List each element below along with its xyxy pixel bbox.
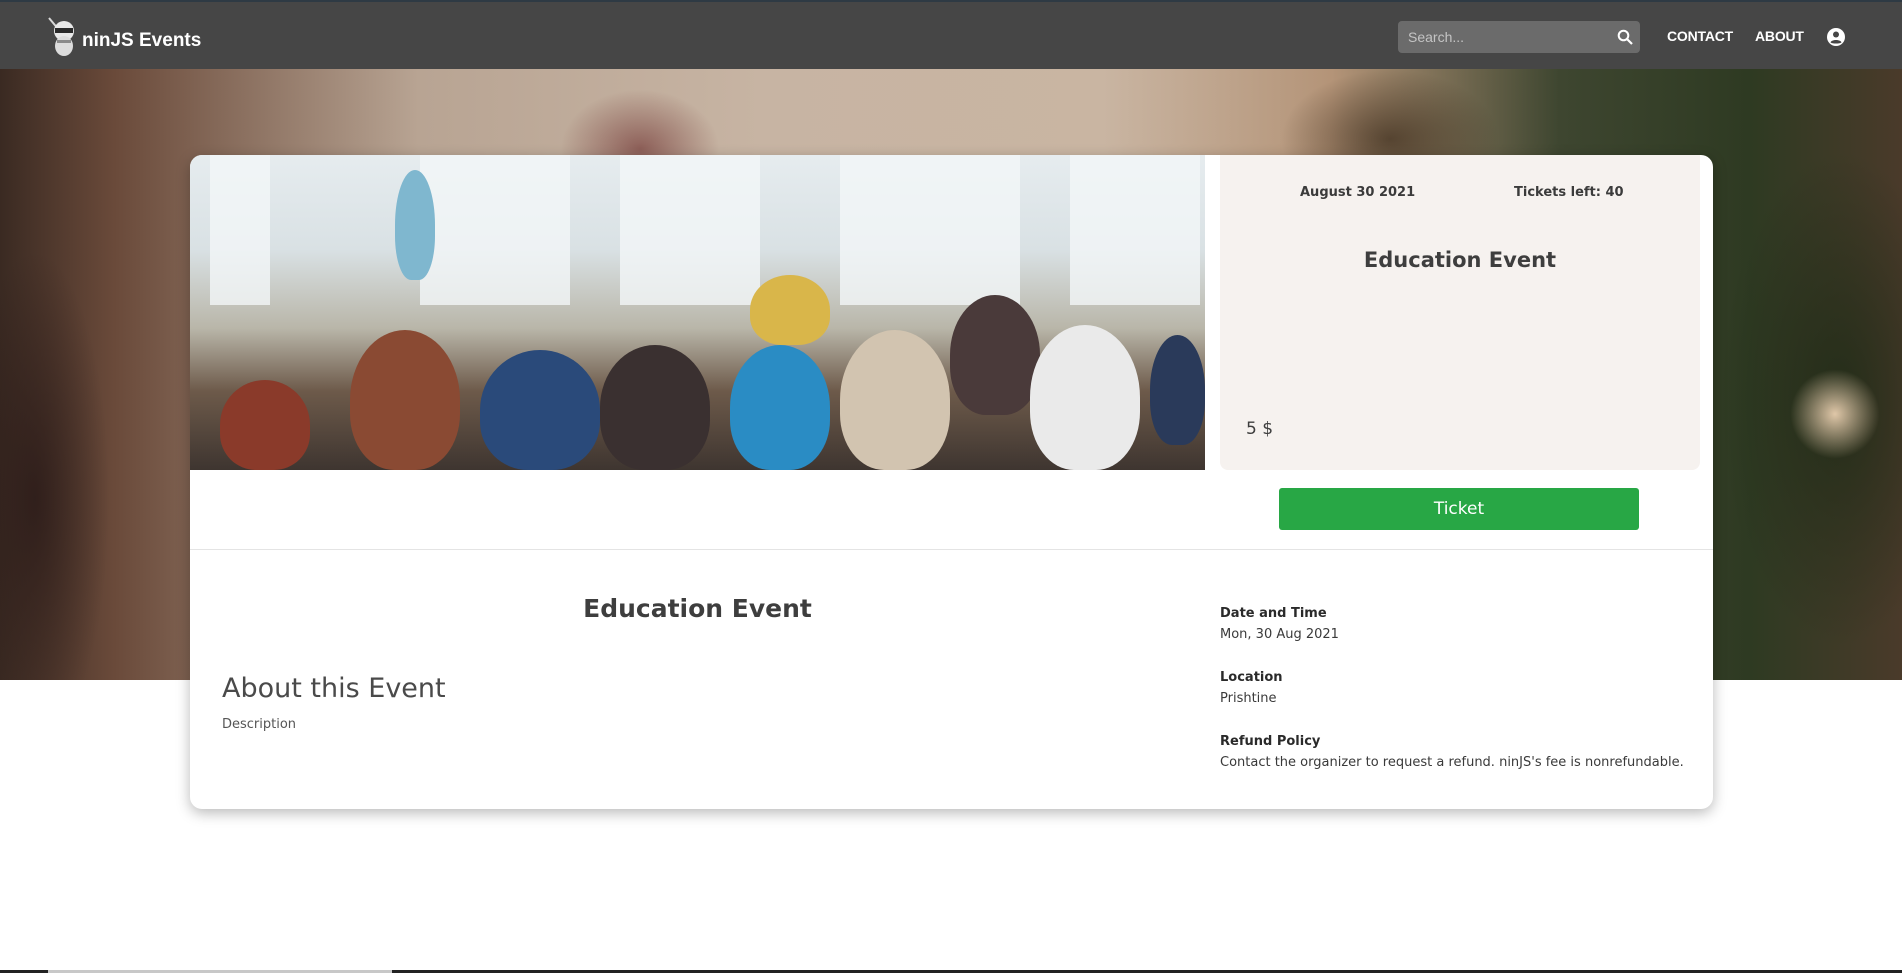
date-time-value: Mon, 30 Aug 2021	[1220, 627, 1339, 642]
account-circle-icon[interactable]	[1826, 27, 1846, 47]
event-date: August 30 2021	[1300, 185, 1416, 200]
event-description: Description	[222, 717, 297, 732]
location-label: Location	[1220, 670, 1283, 685]
brand[interactable]: ninJS Events	[46, 16, 201, 56]
location-value: Prishtine	[1220, 691, 1277, 706]
event-card: August 30 2021 Tickets left: 40 Educatio…	[190, 155, 1713, 809]
event-title: Education Event	[1363, 248, 1557, 272]
details-title: Education Event	[583, 594, 812, 623]
nav-contact-link[interactable]: CONTACT	[1667, 28, 1733, 44]
about-heading: About this Event	[222, 673, 446, 704]
nav-about-link[interactable]: ABOUT	[1755, 28, 1804, 44]
ninja-logo-icon	[48, 17, 74, 56]
ticket-button[interactable]: Ticket	[1279, 488, 1639, 530]
brand-name: ninJS Events	[82, 30, 202, 51]
event-info-panel: August 30 2021 Tickets left: 40 Educatio…	[1220, 155, 1700, 470]
divider	[190, 549, 1713, 550]
search-input[interactable]	[1398, 21, 1610, 53]
search-box	[1398, 21, 1640, 53]
refund-policy-value: Contact the organizer to request a refun…	[1220, 755, 1684, 770]
event-image	[190, 155, 1205, 470]
top-navbar: ninJS Events CONTACT ABOUT	[0, 0, 1902, 69]
search-icon[interactable]	[1610, 21, 1640, 53]
event-price: 5 $	[1246, 419, 1274, 439]
date-time-label: Date and Time	[1220, 606, 1327, 621]
refund-policy-label: Refund Policy	[1220, 734, 1321, 749]
tickets-left: Tickets left: 40	[1514, 185, 1624, 200]
